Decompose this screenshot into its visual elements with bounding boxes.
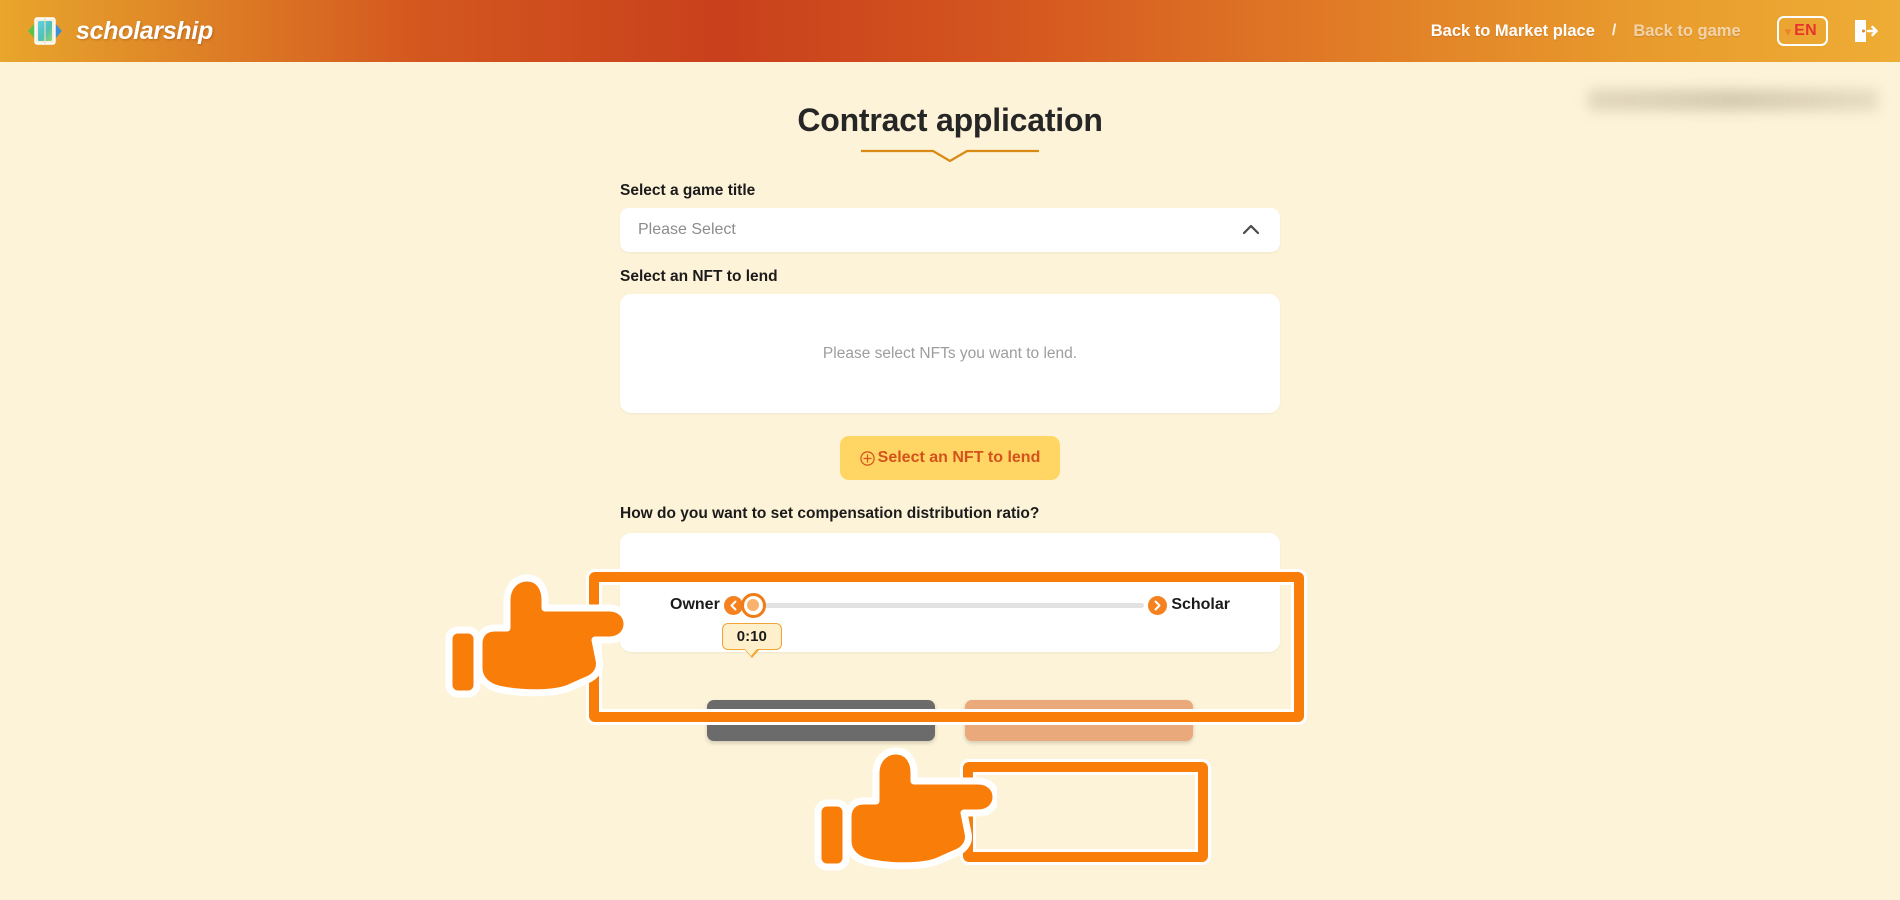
ratio-panel: Owner 0:10 Scholar xyxy=(620,533,1280,658)
nft-empty-panel: Please select NFTs you want to lend. xyxy=(620,294,1280,413)
ok-button[interactable]: OK xyxy=(965,700,1193,741)
ratio-value-tooltip: 0:10 xyxy=(721,623,782,658)
nav-back-to-game[interactable]: Back to game xyxy=(1633,22,1740,41)
ratio-slider-row: Owner 0:10 Scholar xyxy=(670,592,1230,658)
select-nft-button[interactable]: Select an NFT to lend xyxy=(839,436,1061,480)
nav-separator: / xyxy=(1611,22,1617,39)
chevron-down-icon: ▾ xyxy=(1784,23,1792,39)
slider-owner-label: Owner xyxy=(670,596,720,613)
language-selector[interactable]: ▾ EN xyxy=(1776,16,1828,46)
brand-logo[interactable]: scholarship xyxy=(24,14,213,48)
page-title-block: Contract application xyxy=(0,102,1900,162)
nft-empty-text: Please select NFTs you want to lend. xyxy=(822,344,1078,362)
header-nav: Back to Market place / Back to game ▾ EN xyxy=(1431,16,1878,46)
language-code: EN xyxy=(1794,22,1817,39)
chevron-right-circle-icon[interactable] xyxy=(1148,595,1168,615)
slider-scholar-label: Scholar xyxy=(1171,596,1230,613)
nft-button-row: Select an NFT to lend xyxy=(620,436,1280,480)
form-actions: Cancel OK xyxy=(620,700,1280,741)
top-header: scholarship Back to Market place / Back … xyxy=(0,0,1900,62)
nft-label: Select an NFT to lend xyxy=(620,268,778,285)
ratio-slider-track-wrap[interactable]: 0:10 xyxy=(721,592,1145,658)
brand-name: scholarship xyxy=(76,16,214,45)
redacted-account-text xyxy=(1588,89,1878,111)
game-title-placeholder: Please Select xyxy=(638,221,736,238)
contract-application-form: Select a game title Please Select Select… xyxy=(620,182,1280,741)
chevron-up-icon xyxy=(1240,219,1262,241)
logout-icon[interactable] xyxy=(1852,17,1878,45)
main-content: Contract application Select a game title… xyxy=(0,62,1900,900)
plus-circle-icon xyxy=(859,450,875,466)
nav-back-to-marketplace[interactable]: Back to Market place xyxy=(1431,22,1595,41)
game-title-select[interactable]: Please Select xyxy=(620,208,1280,252)
cancel-button[interactable]: Cancel xyxy=(707,700,935,741)
ratio-slider-track[interactable] xyxy=(746,602,1145,608)
game-title-label: Select a game title xyxy=(620,182,756,199)
ratio-slider-thumb[interactable] xyxy=(740,592,766,618)
book-card-icon xyxy=(24,14,66,48)
title-underline-decoration xyxy=(861,149,1039,162)
ratio-question-label: How do you want to set compensation dist… xyxy=(620,505,1040,522)
select-nft-button-label: Select an NFT to lend xyxy=(877,449,1041,466)
